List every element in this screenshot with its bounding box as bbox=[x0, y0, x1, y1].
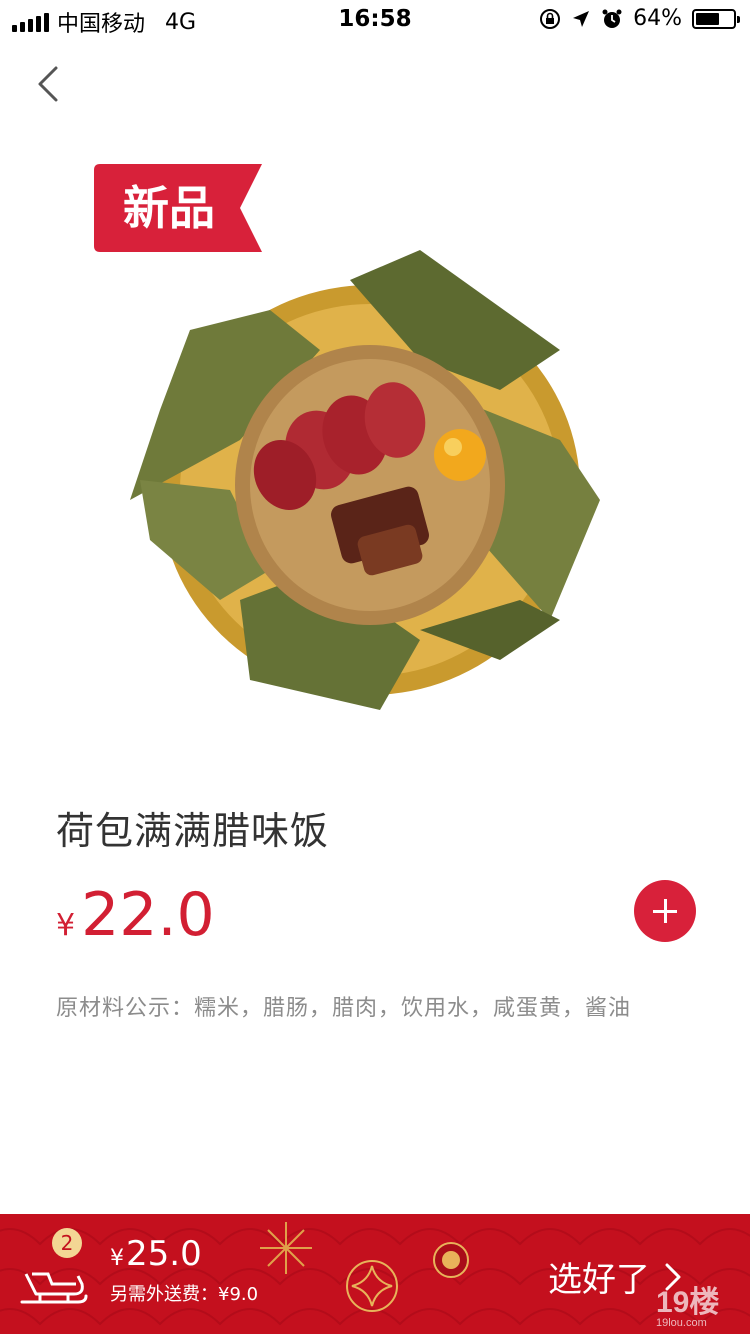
new-badge-label: 新品 bbox=[123, 181, 215, 235]
checkout-label: 选好了 bbox=[548, 1260, 650, 1300]
new-badge: 新品 bbox=[94, 164, 264, 252]
product-price: ¥ 22.0 bbox=[56, 880, 215, 950]
product-name: 荷包满满腊味饭 bbox=[56, 809, 330, 853]
location-icon bbox=[573, 10, 590, 27]
cart-currency: ¥ bbox=[110, 1246, 124, 1271]
battery-percent: 64% bbox=[633, 6, 682, 31]
battery-fill bbox=[696, 12, 720, 25]
chevron-left-icon bbox=[38, 66, 58, 102]
price-currency: ¥ bbox=[56, 908, 76, 943]
orientation-lock-icon bbox=[540, 8, 561, 29]
watermark-subtext: 19lou.com bbox=[656, 1317, 707, 1329]
product-image bbox=[130, 250, 600, 710]
status-bar: 中国移动 4G 16:58 64% bbox=[0, 0, 750, 40]
chevron-right-icon bbox=[665, 1263, 681, 1290]
add-to-cart-button[interactable] bbox=[634, 880, 696, 942]
ingredients-text: 原材料公示：糯米，腊肠，腊肉，饮用水，咸蛋黄，酱油 bbox=[56, 996, 632, 1021]
checkout-button[interactable]: 选好了 bbox=[548, 1252, 684, 1301]
alarm-icon bbox=[602, 9, 622, 28]
cart-total-value: 25.0 bbox=[126, 1234, 202, 1274]
back-button[interactable] bbox=[28, 62, 68, 106]
cart-total: ¥ 25.0 bbox=[110, 1234, 202, 1274]
battery-icon bbox=[692, 8, 740, 29]
sled-cart-icon[interactable] bbox=[18, 1250, 88, 1314]
delivery-fee: 另需外送费：¥9.0 bbox=[110, 1284, 259, 1305]
status-right: 64% bbox=[539, 6, 740, 31]
cart-count-badge: 2 bbox=[52, 1228, 82, 1258]
price-value: 22.0 bbox=[81, 880, 215, 950]
